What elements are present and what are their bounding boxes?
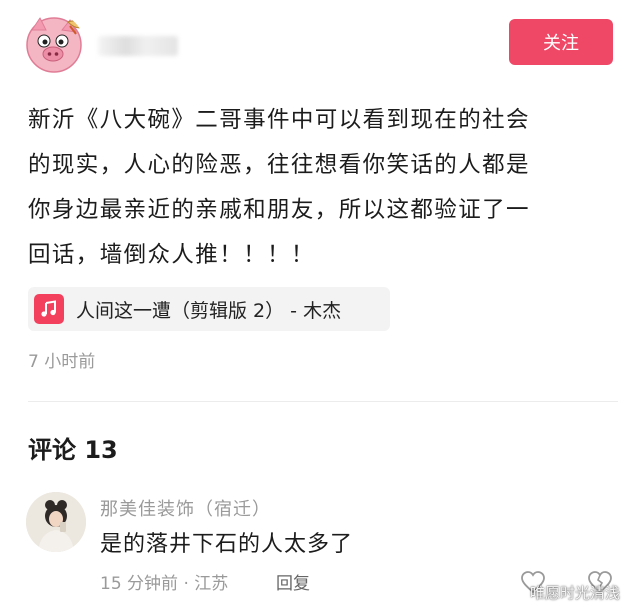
post-timestamp: 7 小时前 [28,352,96,372]
divider [28,401,618,402]
comment-text: 是的落井下石的人太多了 [100,532,354,557]
music-chip[interactable]: 人间这一遭（剪辑版 2） - 木杰 [28,287,390,331]
comments-header: 评论 13 [28,436,118,464]
comment-meta: 15 分钟前 · 江苏 [100,574,229,594]
post-line: 回话，墙倒众人推！！！！ [28,242,315,268]
post-line: 的现实，人心的险恶，往往想看你笑话的人都是 [28,152,530,178]
comment-avatar[interactable] [26,492,86,552]
follow-button[interactable]: 关注 [509,19,613,65]
post-header: 关注 [0,0,640,90]
music-label: 人间这一遭（剪辑版 2） - 木杰 [76,299,342,322]
pig-avatar-icon [26,17,82,73]
username-redacted [98,36,178,56]
user-photo-icon [26,492,86,552]
post-body: 新沂《八大碗》二哥事件中可以看到现在的社会 的现实，人心的险恶，往往想看你笑话的… [28,98,618,278]
reply-button[interactable]: 回复 [276,569,310,594]
user-avatar[interactable] [24,14,84,74]
post-line: 你身边最亲近的亲戚和朋友，所以这都验证了一 [28,197,530,223]
music-note-icon [34,294,64,324]
comment-username[interactable]: 那美佳装饰（宿迁） [100,495,271,521]
watermark: 唯愿时光清浅 [530,584,621,602]
post-line: 新沂《八大碗》二哥事件中可以看到现在的社会 [28,107,530,133]
